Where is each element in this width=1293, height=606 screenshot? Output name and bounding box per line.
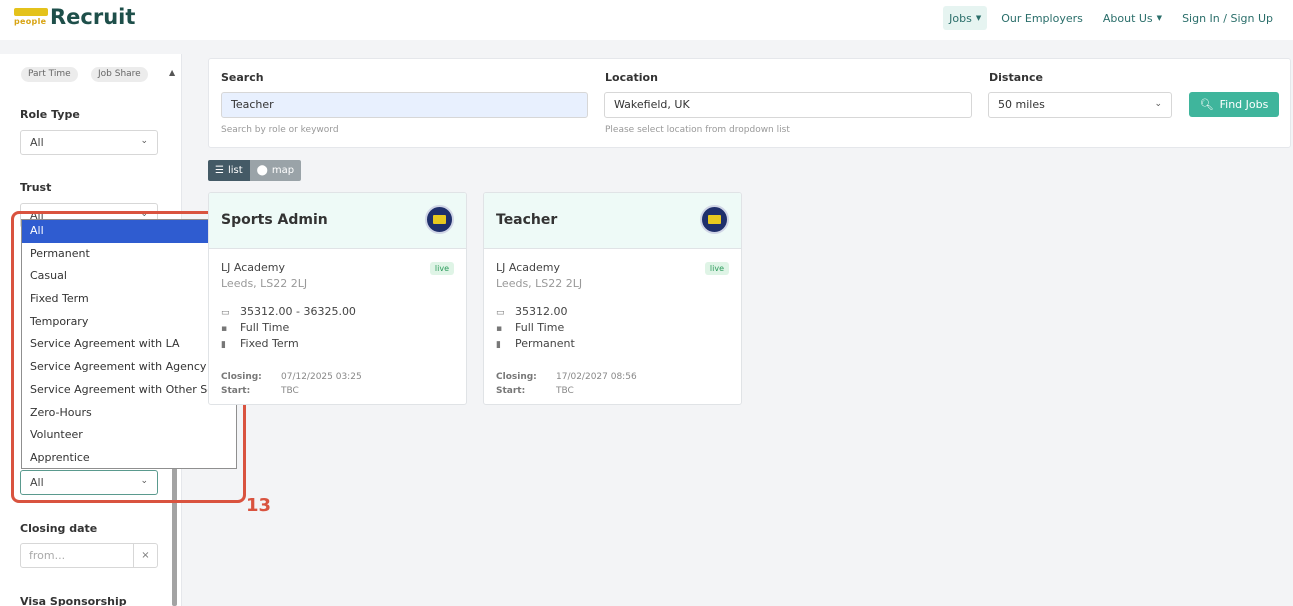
logo-wordmark: Recruit bbox=[50, 5, 136, 29]
closing-date-clear-button[interactable]: × bbox=[133, 543, 158, 568]
employer-name: LJ Academy bbox=[496, 261, 560, 274]
document-icon: ▮ bbox=[221, 340, 226, 350]
closing-date-label: Closing date bbox=[20, 522, 98, 535]
distance-label: Distance bbox=[989, 71, 1043, 84]
job-hours: Full Time bbox=[240, 321, 290, 334]
main-nav: Jobs ▼ Our Employers About Us ▼ Sign In / … bbox=[943, 6, 1279, 30]
filter-pill-job-share[interactable]: Job Share bbox=[91, 67, 148, 82]
money-icon: ▭ bbox=[496, 308, 505, 318]
job-card[interactable]: Sports Admin LJ Academy Leeds, LS22 2LJ … bbox=[208, 192, 467, 405]
job-search-panel: Search Teacher Search by role or keyword… bbox=[208, 58, 1291, 148]
job-title[interactable]: Sports Admin bbox=[221, 212, 328, 228]
location-hint: Please select location from dropdown lis… bbox=[605, 125, 790, 135]
nav-our-employers[interactable]: Our Employers bbox=[995, 6, 1089, 30]
employer-name: LJ Academy bbox=[221, 261, 285, 274]
find-jobs-button[interactable]: 🔍︎ Find Jobs bbox=[1189, 92, 1279, 117]
employer-logo bbox=[700, 205, 729, 234]
money-icon: ▭ bbox=[221, 308, 230, 318]
search-input[interactable]: Teacher bbox=[221, 92, 588, 118]
nav-jobs[interactable]: Jobs ▼ bbox=[943, 6, 988, 30]
annotation-number: 13 bbox=[246, 495, 272, 516]
job-card[interactable]: Teacher LJ Academy Leeds, LS22 2LJ live … bbox=[483, 192, 742, 405]
nav-sign-in[interactable]: Sign In / Sign Up bbox=[1176, 6, 1279, 30]
list-icon: ☰ bbox=[215, 165, 224, 176]
role-type-select[interactable]: All ⌄ bbox=[20, 130, 158, 155]
trust-label: Trust bbox=[20, 181, 52, 194]
document-icon: ▮ bbox=[496, 340, 501, 350]
location-input[interactable]: Wakefield, UK bbox=[604, 92, 972, 118]
caret-down-icon: ▼ bbox=[975, 14, 982, 22]
closing-date-input[interactable]: from... bbox=[20, 543, 134, 568]
logo-mark: people bbox=[14, 6, 48, 28]
distance-select[interactable]: 50 miles ⌄ bbox=[988, 92, 1172, 118]
job-title[interactable]: Teacher bbox=[496, 212, 557, 228]
job-contract: Fixed Term bbox=[240, 337, 299, 350]
status-badge: live bbox=[704, 262, 729, 275]
location-label: Location bbox=[605, 71, 658, 84]
search-label: Search bbox=[221, 71, 264, 84]
job-card-header: Sports Admin bbox=[209, 193, 466, 249]
role-type-label: Role Type bbox=[20, 108, 80, 121]
search-hint: Search by role or keyword bbox=[221, 125, 339, 135]
scroll-up-icon[interactable]: ▲ bbox=[169, 68, 175, 77]
search-icon: 🔍︎ bbox=[1199, 98, 1214, 111]
closing-label: Closing: bbox=[221, 372, 262, 382]
map-view-button[interactable]: ⬤ map bbox=[249, 160, 302, 181]
job-hours: Full Time bbox=[515, 321, 565, 334]
start-value: TBC bbox=[281, 386, 299, 396]
top-navbar: people Recruit Jobs ▼ Our Employers About… bbox=[0, 0, 1293, 40]
caret-down-icon: ▼ bbox=[1156, 14, 1163, 22]
job-card-header: Teacher bbox=[484, 193, 741, 249]
start-value: TBC bbox=[556, 386, 574, 396]
closing-label: Closing: bbox=[496, 372, 537, 382]
start-label: Start: bbox=[221, 386, 251, 396]
employer-logo bbox=[425, 205, 454, 234]
job-contract: Permanent bbox=[515, 337, 575, 350]
job-location: Leeds, LS22 2LJ bbox=[221, 277, 308, 290]
visa-sponsorship-label: Visa Sponsorship bbox=[20, 595, 127, 606]
map-pin-icon: ⬤ bbox=[256, 165, 268, 176]
closing-value: 17/02/2027 08:56 bbox=[556, 372, 637, 382]
filter-pill-part-time[interactable]: Part Time bbox=[21, 67, 78, 82]
view-toggle: ☰ list ⬤ map bbox=[208, 160, 302, 181]
nav-about-us[interactable]: About Us ▼ bbox=[1097, 6, 1168, 30]
job-salary: 35312.00 bbox=[515, 305, 568, 318]
start-label: Start: bbox=[496, 386, 526, 396]
job-salary: 35312.00 - 36325.00 bbox=[240, 305, 356, 318]
job-location: Leeds, LS22 2LJ bbox=[496, 277, 583, 290]
briefcase-icon: ▪ bbox=[496, 324, 503, 334]
chevron-down-icon: ⌄ bbox=[140, 136, 148, 146]
list-view-button[interactable]: ☰ list bbox=[208, 160, 250, 181]
closing-value: 07/12/2025 03:25 bbox=[281, 372, 362, 382]
site-logo[interactable]: people Recruit bbox=[14, 6, 135, 28]
chevron-down-icon: ⌄ bbox=[1154, 99, 1162, 109]
briefcase-icon: ▪ bbox=[221, 324, 228, 334]
status-badge: live bbox=[429, 262, 454, 275]
